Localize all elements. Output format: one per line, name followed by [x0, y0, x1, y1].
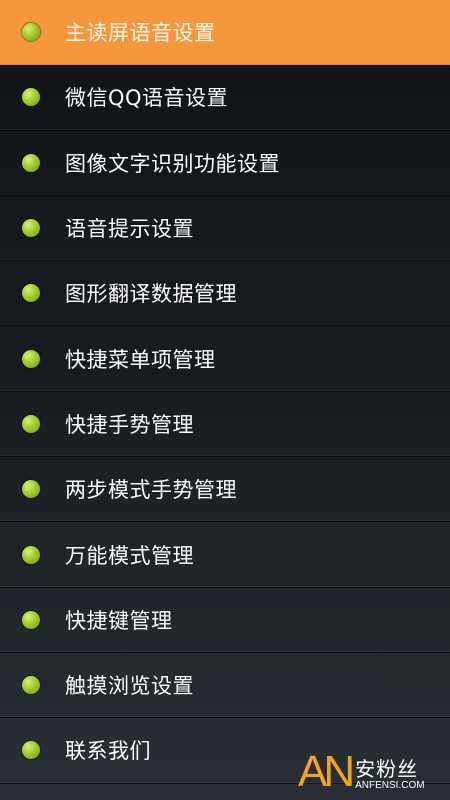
bullet-icon: [22, 414, 40, 433]
bullet-icon: [22, 610, 40, 629]
settings-menu: 主读屏语音设置 微信QQ语音设置 图像文字识别功能设置 语音提示设置 图形翻译数…: [0, 0, 450, 784]
bullet-icon: [22, 23, 40, 42]
menu-item-label: 触摸浏览设置: [65, 674, 194, 699]
menu-item-shortcut-menu-items[interactable]: 快捷菜单项管理: [0, 326, 450, 392]
menu-item-label: 语音提示设置: [65, 217, 194, 242]
bullet-icon: [22, 219, 40, 238]
bullet-icon: [22, 88, 40, 107]
bullet-icon: [22, 153, 40, 172]
bullet-icon: [22, 741, 40, 760]
menu-item-label: 微信QQ语音设置: [65, 86, 229, 111]
menu-item-label: 图像文字识别功能设置: [65, 151, 280, 176]
watermark: AN 安粉丝 ANFENSI.COM: [298, 748, 446, 794]
menu-item-label: 联系我们: [65, 739, 151, 764]
watermark-name: 安粉丝: [355, 757, 419, 781]
bullet-icon: [22, 349, 40, 368]
menu-item-label: 快捷菜单项管理: [65, 347, 216, 372]
watermark-domain: ANFENSI.COM: [355, 780, 425, 791]
menu-item-graphic-translation-data[interactable]: 图形翻译数据管理: [0, 261, 450, 327]
menu-item-touch-browse[interactable]: 触摸浏览设置: [0, 653, 450, 719]
menu-item-wechat-qq-voice[interactable]: 微信QQ语音设置: [0, 65, 450, 131]
bullet-icon: [22, 284, 40, 303]
bullet-icon: [22, 480, 40, 499]
bullet-icon: [22, 545, 40, 564]
menu-item-main-screen-reader-voice[interactable]: 主读屏语音设置: [0, 0, 450, 66]
menu-item-voice-prompt[interactable]: 语音提示设置: [0, 196, 450, 262]
menu-item-label: 两步模式手势管理: [65, 478, 237, 503]
menu-item-shortcut-keys[interactable]: 快捷键管理: [0, 588, 450, 653]
menu-item-image-text-recognition[interactable]: 图像文字识别功能设置: [0, 131, 450, 196]
menu-item-label: 图形翻译数据管理: [65, 282, 237, 307]
watermark-logo: AN: [298, 747, 355, 796]
menu-item-label: 万能模式管理: [65, 543, 194, 568]
bullet-icon: [22, 676, 40, 695]
menu-item-label: 快捷手势管理: [65, 412, 194, 437]
menu-item-label: 主读屏语音设置: [65, 21, 216, 46]
menu-item-two-step-gestures[interactable]: 两步模式手势管理: [0, 457, 450, 523]
menu-item-universal-mode[interactable]: 万能模式管理: [0, 522, 450, 588]
menu-item-shortcut-gestures[interactable]: 快捷手势管理: [0, 392, 450, 458]
menu-item-label: 快捷键管理: [65, 608, 173, 633]
watermark-text: 安粉丝 ANFENSI.COM: [355, 758, 424, 792]
